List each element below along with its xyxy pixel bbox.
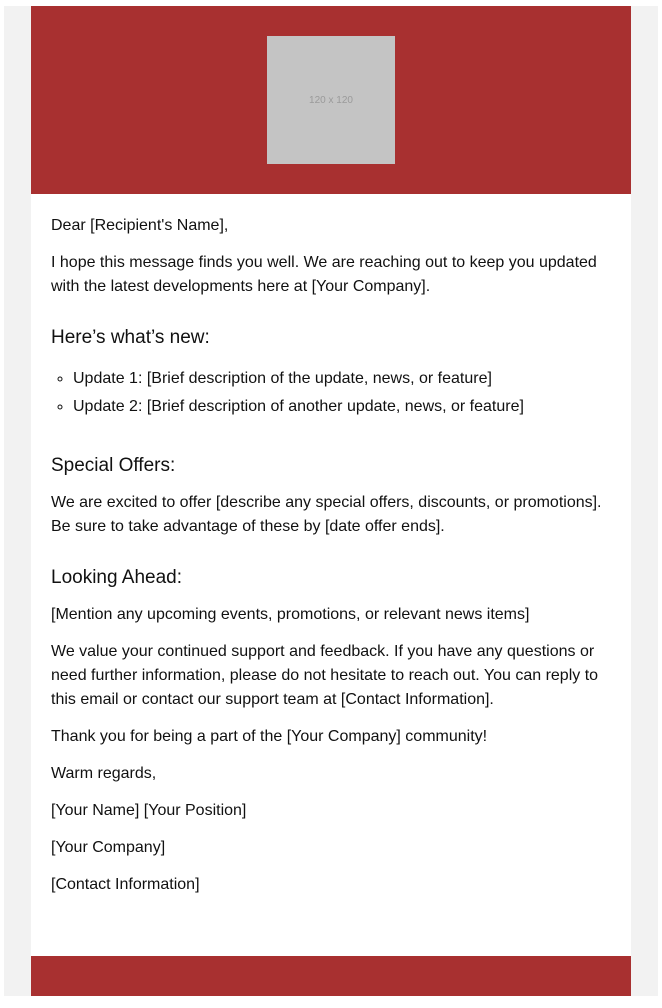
email-background: 120 x 120 Dear [Recipient's Name], I hop… [4,6,658,996]
whats-new-heading: Here’s what’s new: [51,327,210,348]
logo-placeholder-label: 120 x 120 [309,94,353,106]
support-paragraph: We value your continued support and feed… [51,643,599,708]
email-container: 120 x 120 Dear [Recipient's Name], I hop… [31,6,631,996]
looking-ahead-paragraph: [Mention any upcoming events, promotions… [51,606,530,623]
thanks-paragraph: Thank you for being a part of the [Your … [51,728,488,745]
special-offers-heading: Special Offers: [51,455,176,476]
intro-paragraph: I hope this message finds you well. We a… [51,254,597,295]
updates-list: Update 1: [Brief description of the upda… [51,367,611,419]
signoff: Warm regards, [51,765,157,782]
email-footer [31,956,631,996]
list-item: Update 2: [Brief description of another … [73,395,611,419]
list-item: Update 1: [Brief description of the upda… [73,367,611,391]
looking-ahead-heading: Looking Ahead: [51,567,183,588]
sender-name-position: [Your Name] [Your Position] [51,802,247,819]
email-header: 120 x 120 [31,6,631,194]
email-body: Dear [Recipient's Name], I hope this mes… [31,194,631,897]
special-offers-paragraph: We are excited to offer [describe any sp… [51,494,602,535]
sender-contact: [Contact Information] [51,876,200,893]
sender-company: [Your Company] [51,839,166,856]
greeting: Dear [Recipient's Name], [51,217,229,234]
logo-placeholder-image: 120 x 120 [267,36,395,164]
